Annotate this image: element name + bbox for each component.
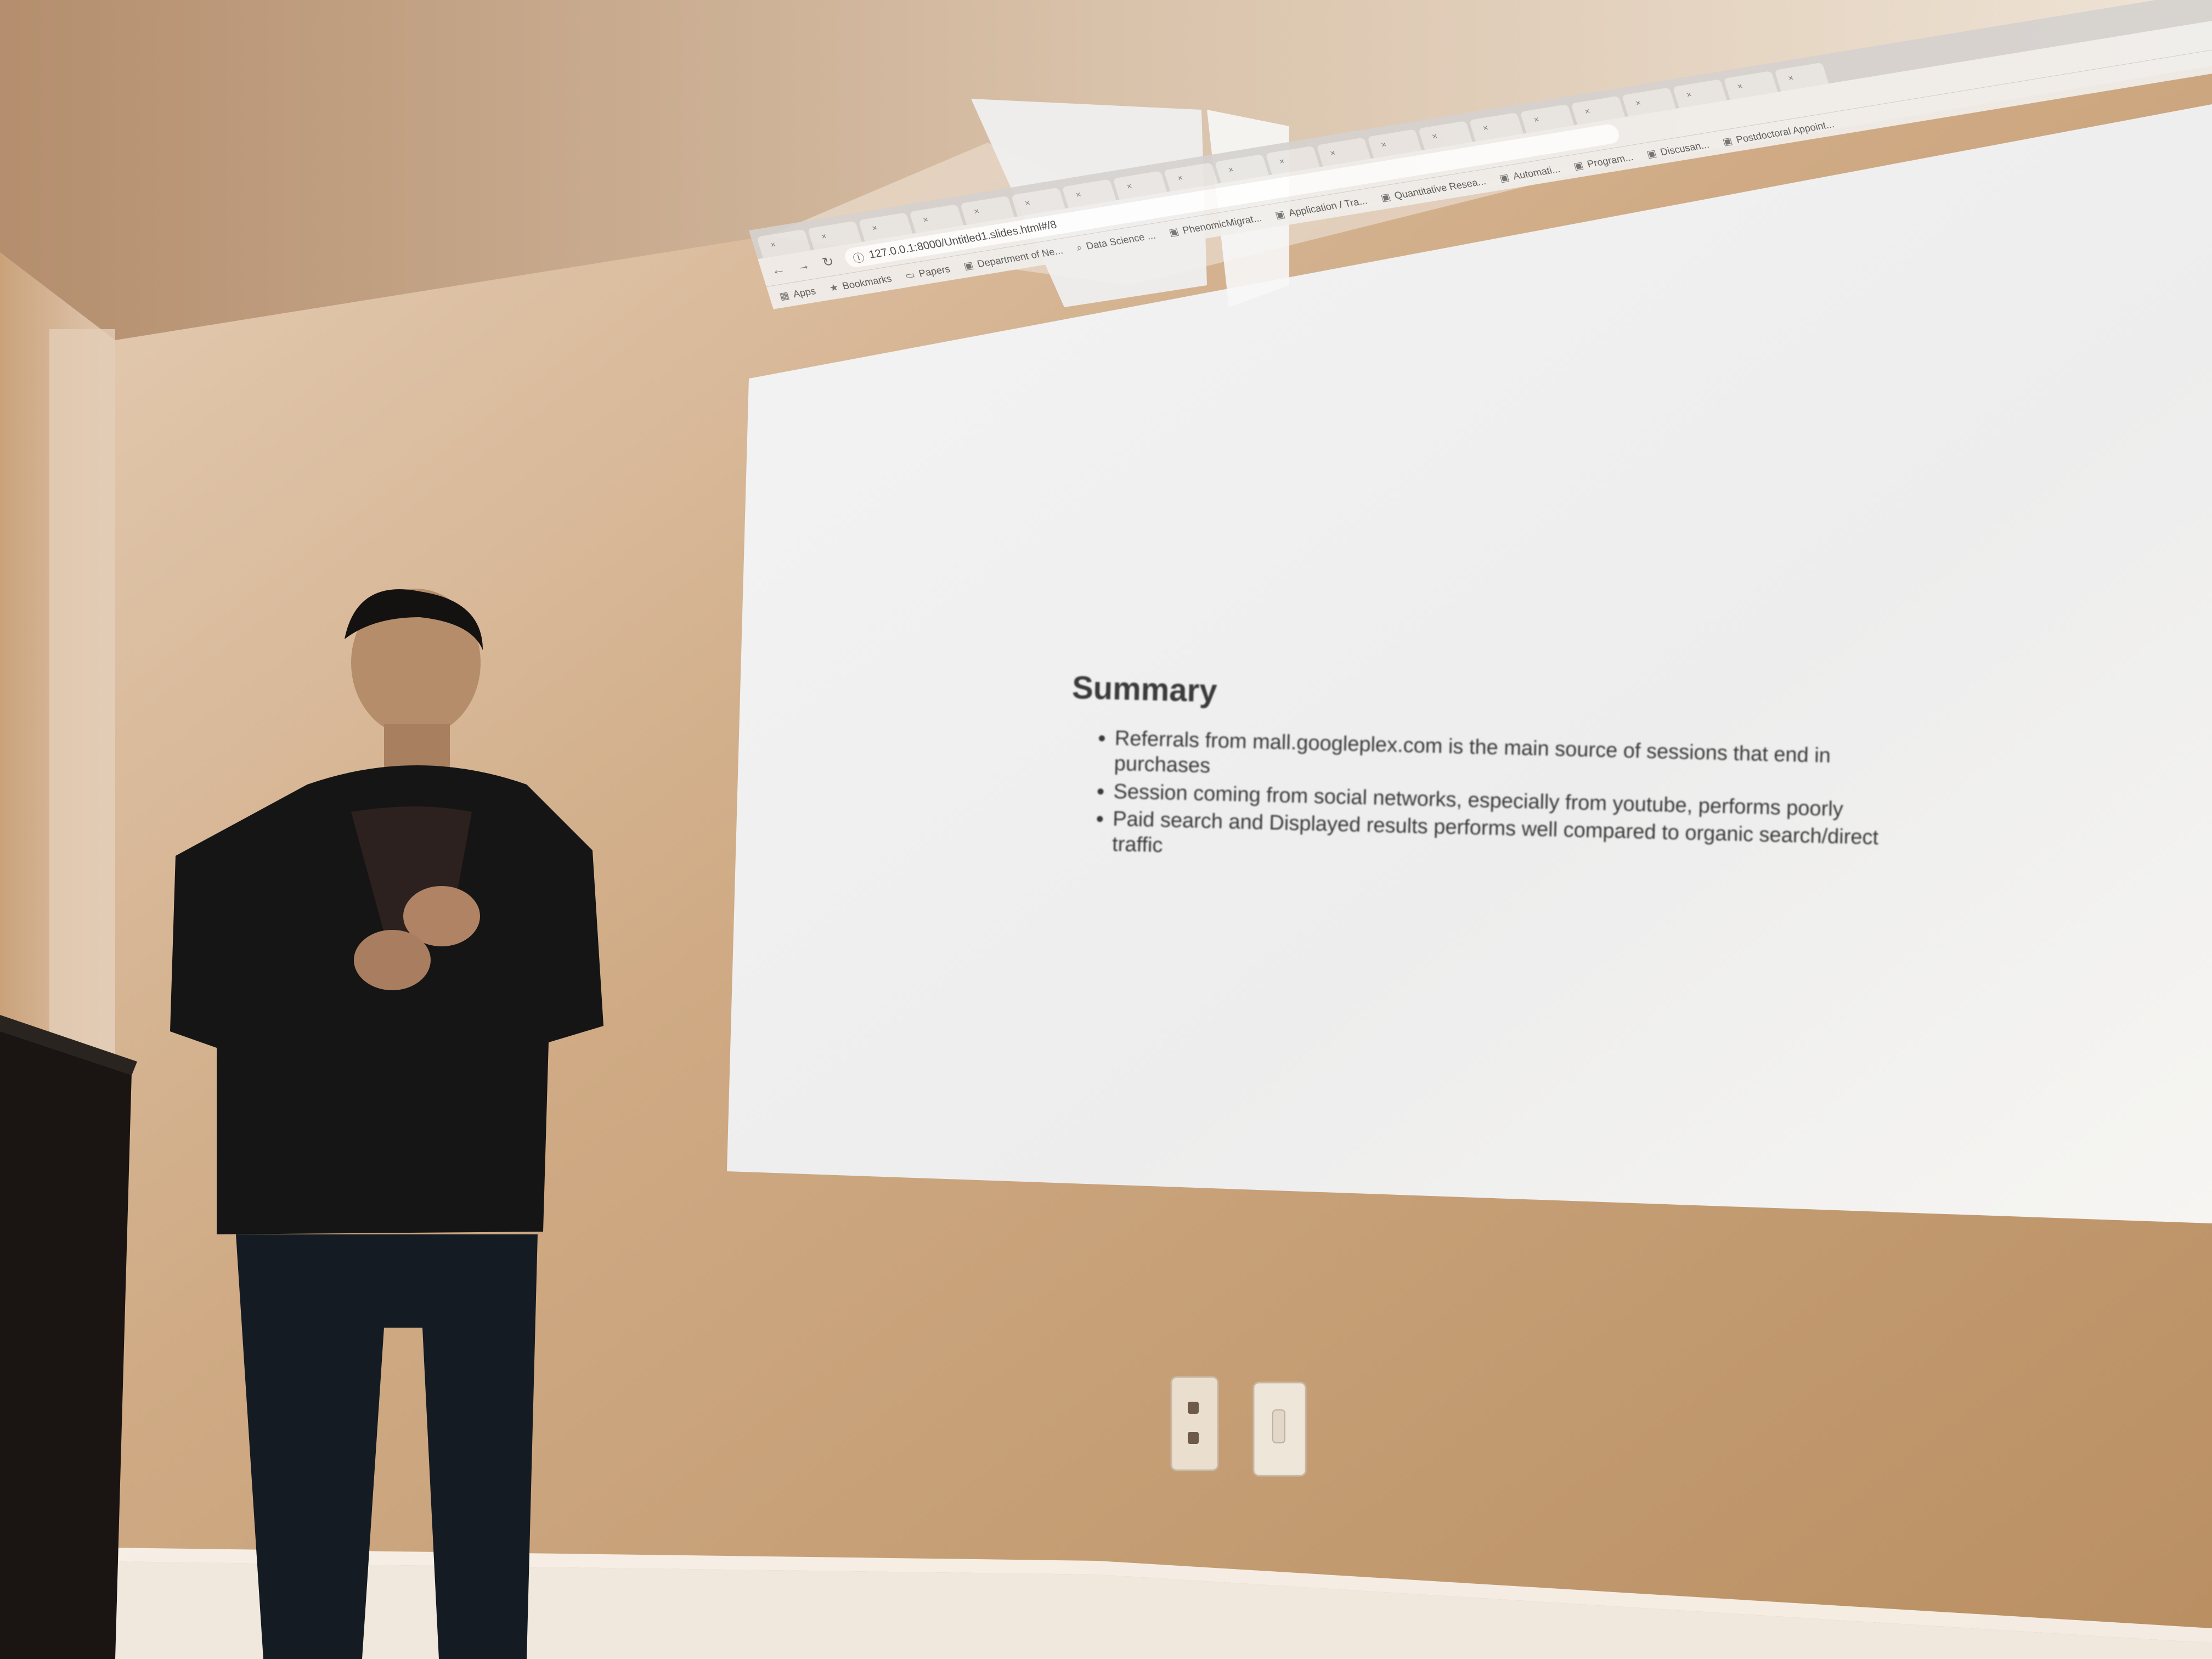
close-icon[interactable]: × bbox=[1736, 82, 1745, 92]
page-icon: ▣ bbox=[962, 259, 975, 272]
page-icon: ▣ bbox=[1572, 159, 1585, 172]
page-icon: ▣ bbox=[1167, 225, 1180, 238]
close-icon[interactable]: × bbox=[1125, 182, 1133, 192]
search-icon: ⌕ bbox=[1075, 241, 1084, 253]
lectern bbox=[0, 1029, 132, 1659]
close-icon[interactable]: × bbox=[1482, 123, 1490, 134]
bookmark-label: Bookmarks bbox=[840, 273, 893, 291]
close-icon[interactable]: × bbox=[1176, 173, 1184, 184]
bookmark-item[interactable]: ▭ Papers bbox=[904, 263, 951, 282]
close-icon[interactable]: × bbox=[922, 215, 930, 225]
info-icon: ⓘ bbox=[851, 251, 866, 265]
apps-grid-icon: ▦ bbox=[778, 289, 791, 302]
close-icon[interactable]: × bbox=[1634, 99, 1643, 109]
folder-icon: ▭ bbox=[904, 269, 917, 281]
back-arrow-icon[interactable]: ← bbox=[769, 262, 788, 279]
slide-content: Summary Referrals from mall.googleplex.c… bbox=[1068, 669, 1928, 879]
switch-toggle bbox=[1272, 1409, 1285, 1443]
page-icon: ▣ bbox=[1379, 191, 1392, 204]
bookmark-label: Papers bbox=[917, 263, 952, 279]
close-icon[interactable]: × bbox=[1431, 132, 1439, 142]
slide-bullets: Referrals from mall.googleplex.com is th… bbox=[1068, 725, 1927, 877]
page-icon: ▣ bbox=[1273, 208, 1286, 221]
bookmark-label: Apps bbox=[791, 285, 817, 300]
close-icon[interactable]: × bbox=[1685, 90, 1694, 100]
close-icon[interactable]: × bbox=[1787, 74, 1795, 84]
close-icon[interactable]: × bbox=[1278, 157, 1286, 167]
close-icon[interactable]: × bbox=[1227, 165, 1235, 176]
page-icon: ▣ bbox=[1498, 171, 1511, 184]
bookmark-label: Data Science ... bbox=[1085, 229, 1157, 252]
forward-arrow-icon[interactable]: → bbox=[793, 257, 813, 275]
close-icon[interactable]: × bbox=[1075, 190, 1083, 201]
bookmark-label: Automati... bbox=[1511, 163, 1562, 182]
outlet-socket-top bbox=[1188, 1402, 1199, 1414]
bookmark-item[interactable]: ▣ Automati... bbox=[1498, 163, 1561, 184]
bookmark-item[interactable]: ▣ Discusan... bbox=[1645, 139, 1711, 160]
outlet-socket-bottom bbox=[1188, 1432, 1199, 1444]
close-icon[interactable]: × bbox=[1329, 149, 1338, 159]
close-icon[interactable]: × bbox=[769, 240, 777, 251]
bookmark-item[interactable]: ▦ Apps bbox=[778, 285, 817, 302]
wall-outlet bbox=[1170, 1376, 1219, 1471]
close-icon[interactable]: × bbox=[1024, 199, 1032, 209]
close-icon[interactable]: × bbox=[820, 232, 828, 242]
page-icon: ▣ bbox=[1645, 147, 1658, 160]
bookmark-item[interactable]: ★ Bookmarks bbox=[828, 273, 893, 294]
close-icon[interactable]: × bbox=[1380, 140, 1388, 150]
reload-icon[interactable]: ↻ bbox=[818, 253, 838, 270]
close-icon[interactable]: × bbox=[1583, 107, 1592, 117]
star-icon: ★ bbox=[827, 281, 840, 294]
close-icon[interactable]: × bbox=[973, 207, 981, 217]
bookmark-item[interactable]: ▣ Program... bbox=[1572, 151, 1635, 172]
close-icon[interactable]: × bbox=[1533, 115, 1541, 126]
close-icon[interactable]: × bbox=[871, 223, 879, 234]
bookmark-label: Program... bbox=[1585, 151, 1635, 170]
bookmark-label: Discusan... bbox=[1658, 139, 1711, 157]
page-icon: ▣ bbox=[1721, 135, 1734, 148]
